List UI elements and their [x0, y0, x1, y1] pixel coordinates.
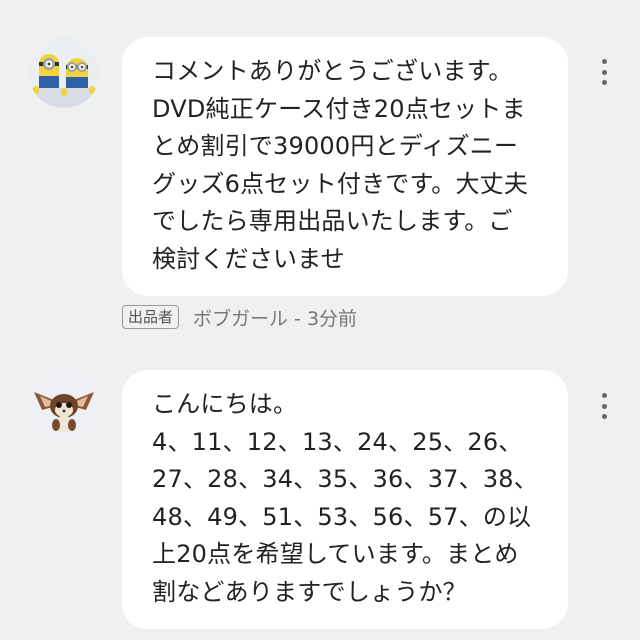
comment-text-line: グッズ6点セット付きです。大丈夫: [152, 169, 529, 198]
comment-text-line: 検討くださいませ: [152, 244, 345, 273]
more-vertical-icon[interactable]: [596, 59, 612, 85]
comment-text-line: コメントありがとうございます。: [152, 57, 513, 85]
menu-dot: [601, 59, 607, 64]
menu-dot: [601, 80, 607, 85]
comment-text-line: 48、49、51、53、56、57、の以: [152, 502, 532, 531]
comment-text-line: こんにちは。: [152, 390, 298, 418]
gizmo-avatar-icon: [28, 368, 100, 440]
comment-text-line: でしたら専用出品いたします。ご: [152, 207, 513, 235]
menu-dot: [601, 69, 607, 75]
comment-text-line: 27、28、34、35、36、37、38、: [152, 465, 538, 493]
more-vertical-icon[interactable]: [596, 393, 612, 419]
seller-badge: 出品者: [122, 305, 180, 329]
comment-text-line: DVD純正ケース付き20点セットま: [152, 94, 526, 123]
comment-meta: 出品者 ボブガール - 3分前: [122, 303, 357, 331]
author-and-time[interactable]: ボブガール - 3分前: [193, 304, 357, 331]
menu-dot: [601, 414, 607, 419]
avatar[interactable]: [28, 36, 100, 108]
comment-text-line: とめ割引で39000円とディズニー: [152, 132, 519, 160]
comment-text-line: 割などありますでしょうか？: [152, 577, 467, 606]
minion-avatar-icon: [28, 36, 100, 108]
menu-dot: [601, 403, 607, 409]
comment-text-line: 4、11、12、13、24、25、26、: [152, 427, 523, 456]
comment-bubble: こんにちは。 4、11、12、13、24、25、26、 27、28、34、35、…: [122, 370, 568, 629]
menu-dot: [601, 393, 607, 398]
comment-bubble: コメントありがとうございます。 DVD純正ケース付き20点セットま とめ割引で3…: [122, 37, 568, 296]
comment-text-line: 上20点を希望しています。まとめ: [152, 540, 519, 568]
avatar[interactable]: [28, 368, 100, 440]
